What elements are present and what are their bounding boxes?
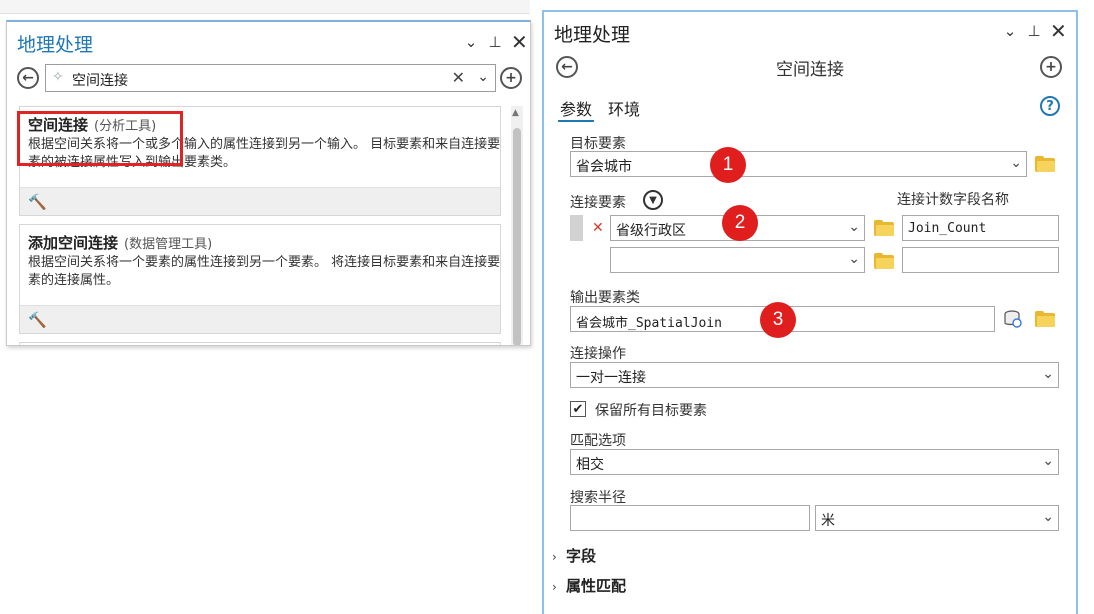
result-title: 空间连接 (分析工具) xyxy=(28,116,157,134)
clear-search-icon[interactable]: ✕ xyxy=(452,68,465,87)
search-input-value: 空间连接 xyxy=(72,73,128,89)
output-feature-class-label: 输出要素类 xyxy=(570,290,640,306)
pane-title: 地理处理 xyxy=(554,24,631,46)
chevron-down-icon: ⌄ xyxy=(848,219,860,235)
sparkle-icon: ✧ xyxy=(52,69,64,85)
chevron-down-icon: ⌄ xyxy=(1042,366,1054,382)
help-icon[interactable]: ? xyxy=(1040,96,1060,116)
result-description: 根据空间关系将一个或多个输入的属性连接到另一个输入。 目标要素和来自连接要素的被… xyxy=(28,137,501,170)
row-drag-handle[interactable] xyxy=(570,215,583,241)
join-operation-select[interactable]: 一对一连接 ⌄ xyxy=(570,362,1059,388)
hammer-icon: 🔨 xyxy=(28,193,47,211)
chevron-down-icon: ⌄ xyxy=(1042,509,1054,525)
match-option-value: 相交 xyxy=(576,457,604,473)
tab-parameters[interactable]: 参数 xyxy=(558,96,595,122)
browse-folder-icon[interactable] xyxy=(874,253,894,269)
search-result-partial[interactable] xyxy=(19,342,501,345)
join-count-field-input-empty[interactable] xyxy=(902,247,1059,273)
search-result-add-spatial-join[interactable]: 添加空间连接 (数据管理工具) 根据空间关系将一个要素的属性连接到另一个要素。 将… xyxy=(19,224,501,334)
tool-title: 空间连接 xyxy=(776,60,844,80)
join-features-label: 连接要素 xyxy=(570,195,626,211)
browse-folder-icon[interactable] xyxy=(1035,156,1055,172)
match-option-label: 匹配选项 xyxy=(570,433,626,449)
result-toolset: (分析工具) xyxy=(94,119,157,134)
hammer-icon: 🔨 xyxy=(28,311,47,329)
chevron-down-icon: ⌄ xyxy=(1010,155,1022,171)
pane-title: 地理处理 xyxy=(17,34,94,56)
chevron-down-icon: ⌄ xyxy=(1042,453,1054,469)
chevron-down-icon: ⌄ xyxy=(848,251,860,267)
add-button[interactable]: + xyxy=(500,67,522,89)
pane-controls: ⌄ ⊥ ✕ xyxy=(1002,21,1067,41)
geoprocessing-pane-left: 地理处理 ⌄ ⊥ ✕ ← ✧ 空间连接 ✕ ⌄ + 空间连接 (分析工具) 根据空… xyxy=(6,20,531,346)
search-radius-unit-value: 米 xyxy=(821,513,835,529)
result-description: 根据空间关系将一个要素的属性连接到另一个要素。 将连接目标要素和来自连接要素的连… xyxy=(28,255,501,288)
annotation-badge-3: 3 xyxy=(760,302,796,338)
annotation-badge-1: 1 xyxy=(710,147,746,183)
search-input[interactable]: ✧ 空间连接 ✕ ⌄ xyxy=(45,64,496,92)
target-features-value: 省会城市 xyxy=(576,159,632,175)
geoprocessing-pane-right: 地理处理 ⌄ ⊥ ✕ ← 空间连接 + 参数 环境 ? 目标要素 省会城市 ⌄ … xyxy=(542,10,1078,614)
result-toolset: (数据管理工具) xyxy=(124,237,213,252)
search-result-spatial-join[interactable]: 空间连接 (分析工具) 根据空间关系将一个或多个输入的属性连接到另一个输入。 目标… xyxy=(19,106,501,216)
scrollbar-thumb[interactable] xyxy=(513,128,521,345)
pin-icon[interactable]: ⊥ xyxy=(487,33,503,51)
results-scrollbar[interactable]: ▲ xyxy=(511,106,523,345)
background-window-edge xyxy=(0,0,530,14)
create-feature-class-icon[interactable] xyxy=(1003,309,1023,329)
scroll-up-icon[interactable]: ▲ xyxy=(512,108,519,118)
join-count-field-value: Join_Count xyxy=(908,221,987,236)
keep-all-label: 保留所有目标要素 xyxy=(595,403,707,419)
join-count-field-label: 连接计数字段名称 xyxy=(897,192,1009,208)
join-operation-value: 一对一连接 xyxy=(576,370,646,386)
annotation-badge-2: 2 xyxy=(722,205,758,241)
add-button[interactable]: + xyxy=(1040,56,1062,78)
close-icon[interactable]: ✕ xyxy=(1050,21,1067,41)
options-dropdown-icon[interactable]: ⌄ xyxy=(1002,22,1018,40)
target-features-label: 目标要素 xyxy=(570,136,626,152)
join-count-field-input[interactable]: Join_Count xyxy=(902,215,1059,241)
section-fields[interactable]: › 字段 xyxy=(552,545,596,566)
join-features-select-empty[interactable]: ⌄ xyxy=(610,247,865,273)
chevron-down-icon[interactable]: ▼ xyxy=(643,190,663,210)
join-features-value: 省级行政区 xyxy=(616,223,686,239)
remove-row-icon[interactable]: ✕ xyxy=(592,220,604,236)
pin-icon[interactable]: ⊥ xyxy=(1026,22,1042,40)
section-attribute-match[interactable]: › 属性匹配 xyxy=(552,575,626,596)
result-footer: 🔨 xyxy=(20,187,500,215)
chevron-right-icon: › xyxy=(552,550,557,564)
search-dropdown-icon[interactable]: ⌄ xyxy=(477,69,489,85)
options-dropdown-icon[interactable]: ⌄ xyxy=(463,33,479,51)
browse-folder-icon[interactable] xyxy=(1035,311,1055,327)
match-option-select[interactable]: 相交 ⌄ xyxy=(570,449,1059,475)
chevron-right-icon: › xyxy=(552,580,557,594)
browse-folder-icon[interactable] xyxy=(874,220,894,236)
output-feature-class-value: 省会城市_SpatialJoin xyxy=(576,316,722,331)
search-radius-unit-select[interactable]: 米 ⌄ xyxy=(815,505,1059,531)
pane-controls: ⌄ ⊥ ✕ xyxy=(463,32,528,52)
search-radius-label: 搜索半径 xyxy=(570,490,626,506)
target-features-select[interactable]: 省会城市 ⌄ xyxy=(570,151,1027,177)
tab-bar: 参数 环境 xyxy=(558,96,642,124)
back-button[interactable]: ← xyxy=(17,67,39,89)
tab-environments[interactable]: 环境 xyxy=(606,96,642,122)
join-operation-label: 连接操作 xyxy=(570,346,626,362)
result-footer: 🔨 xyxy=(20,305,500,333)
result-title: 添加空间连接 (数据管理工具) xyxy=(28,234,213,252)
search-row: ← ✧ 空间连接 ✕ ⌄ + xyxy=(15,64,525,94)
keep-all-checkbox[interactable]: ✔ xyxy=(570,401,586,417)
search-radius-input[interactable] xyxy=(570,505,810,531)
close-icon[interactable]: ✕ xyxy=(511,32,528,52)
